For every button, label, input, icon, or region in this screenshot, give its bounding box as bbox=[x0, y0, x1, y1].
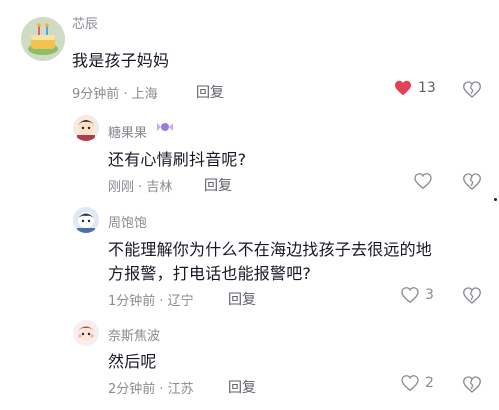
comment-username[interactable]: 糖果果 bbox=[108, 122, 147, 141]
broken-heart-icon bbox=[463, 287, 481, 304]
like-button[interactable]: 13 bbox=[394, 80, 436, 96]
comment-meta: 刚刚 · 吉林 bbox=[108, 180, 173, 195]
broken-heart-icon bbox=[463, 81, 481, 98]
like-count: 13 bbox=[418, 80, 436, 96]
edge-dot bbox=[494, 198, 497, 201]
comment-meta: 9分钟前 · 上海 bbox=[72, 87, 158, 102]
comment-text: 还有心情刷抖音呢? bbox=[108, 150, 247, 169]
heart-outline-icon bbox=[414, 173, 432, 189]
comment-username[interactable]: 奈斯焦波 bbox=[108, 325, 160, 344]
like-count: 3 bbox=[425, 287, 434, 303]
like-button[interactable]: 2 bbox=[401, 375, 434, 391]
dislike-button[interactable] bbox=[463, 81, 481, 98]
comment-meta: 1分钟前 · 辽宁 bbox=[108, 294, 194, 309]
like-count: 2 bbox=[425, 375, 434, 391]
like-button[interactable] bbox=[414, 173, 432, 189]
reply-button[interactable]: 回复 bbox=[228, 377, 256, 397]
candy-icon bbox=[156, 121, 174, 136]
comment-username[interactable]: 周饱饱 bbox=[108, 212, 147, 231]
broken-heart-icon bbox=[463, 376, 481, 393]
heart-filled-icon bbox=[395, 80, 411, 96]
comment-meta: 2分钟前 · 江苏 bbox=[108, 382, 194, 397]
cartoon-avatar-icon bbox=[73, 115, 99, 141]
dislike-button[interactable] bbox=[463, 173, 481, 190]
broken-heart-icon bbox=[463, 173, 481, 190]
dislike-button[interactable] bbox=[463, 376, 481, 393]
reply-button[interactable]: 回复 bbox=[196, 82, 224, 102]
dislike-button[interactable] bbox=[463, 287, 481, 304]
comment-text-line: 方报警，打电话也能报警吧? bbox=[108, 264, 312, 283]
reply-button[interactable]: 回复 bbox=[204, 175, 232, 195]
comment-text-line: 不能理解你为什么不在海边找孩子去很远的地 bbox=[108, 240, 433, 259]
cake-avatar-icon bbox=[21, 17, 65, 61]
user-avatar[interactable] bbox=[73, 207, 99, 233]
heart-outline-icon bbox=[401, 287, 419, 303]
comment-text: 然后呢 bbox=[108, 352, 157, 371]
user-avatar[interactable] bbox=[73, 115, 99, 141]
heart-outline-icon bbox=[401, 375, 419, 391]
like-button[interactable]: 3 bbox=[401, 287, 434, 303]
comment-username[interactable]: 芯辰 bbox=[72, 13, 98, 32]
reply-button[interactable]: 回复 bbox=[228, 289, 256, 309]
user-avatar[interactable] bbox=[73, 320, 99, 346]
cartoon-avatar-icon bbox=[73, 207, 99, 233]
user-avatar[interactable] bbox=[21, 17, 65, 61]
cartoon-avatar-icon bbox=[73, 320, 99, 346]
comment-text: 我是孩子妈妈 bbox=[72, 51, 170, 70]
